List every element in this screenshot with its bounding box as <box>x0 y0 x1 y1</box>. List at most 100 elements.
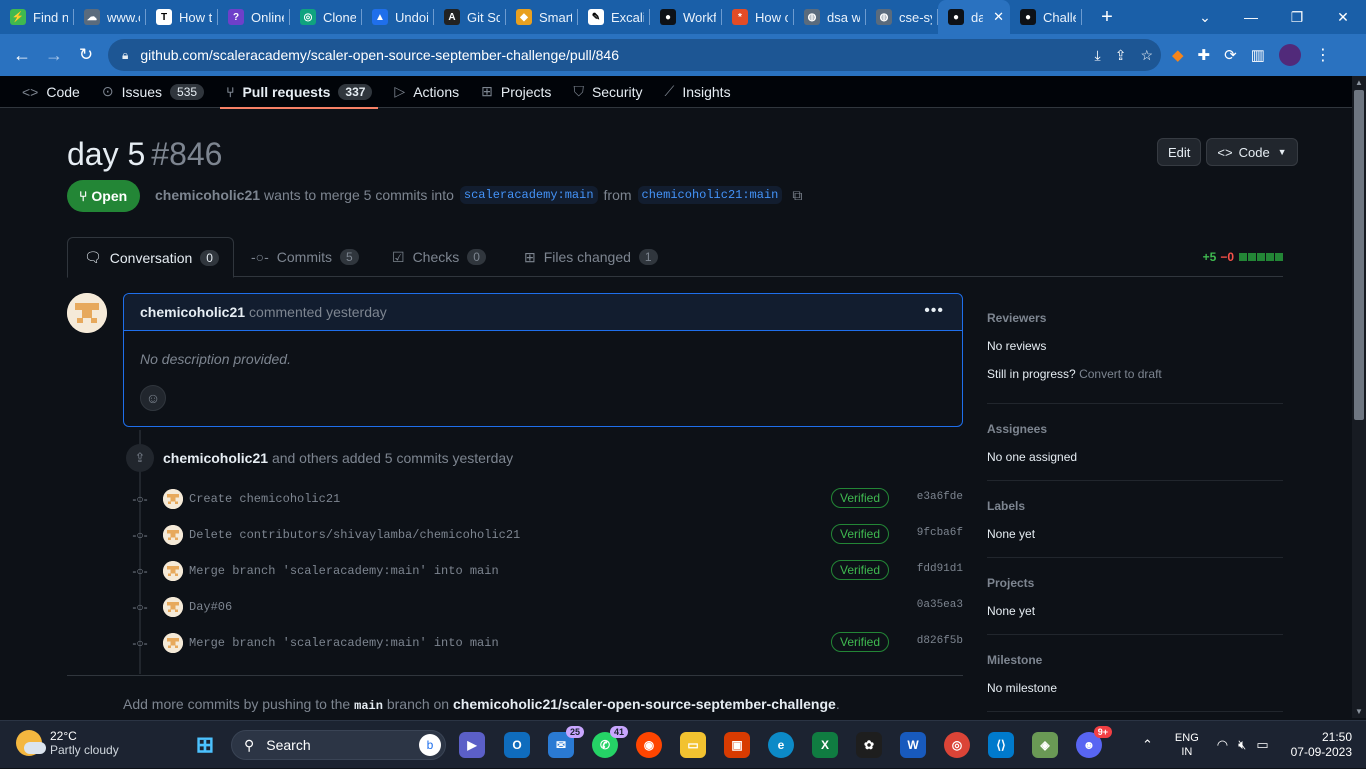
repo-tab-pull-requests[interactable]: ⑂ Pull requests 337 <box>220 76 379 109</box>
browser-tab[interactable]: T How t <box>146 0 218 34</box>
browser-tab[interactable]: A Git Sq <box>434 0 506 34</box>
figma-icon[interactable]: ✿ <box>856 732 882 758</box>
new-tab-button[interactable]: + <box>1092 6 1122 29</box>
browser-menu-icon[interactable]: ⋮ <box>1315 45 1331 65</box>
wifi-icon[interactable]: ◠ <box>1217 737 1228 753</box>
windows-start-icon[interactable]: ⊞ <box>192 732 218 758</box>
restore-button[interactable]: ❐ <box>1274 9 1320 26</box>
word-icon[interactable]: W <box>900 732 926 758</box>
chrome-icon[interactable]: ◎ <box>944 732 970 758</box>
base-branch[interactable]: scaleracademy:main <box>459 186 598 204</box>
scrollbar-thumb[interactable] <box>1354 90 1364 420</box>
tab-search-icon[interactable]: ⌄ <box>1182 9 1228 26</box>
browser-tab[interactable]: ◆ Smart <box>506 0 578 34</box>
page-scrollbar[interactable]: ▲ ▼ <box>1352 76 1366 718</box>
repo-tab-issues[interactable]: ⊙ Issues 535 <box>102 76 205 108</box>
minimize-button[interactable]: — <box>1228 9 1274 25</box>
commit-author-avatar[interactable] <box>163 597 183 617</box>
commit-sha-link[interactable]: 9fcba6f <box>917 527 963 539</box>
profile-avatar[interactable] <box>1278 44 1301 66</box>
kebab-menu-icon[interactable]: ••• <box>924 302 944 320</box>
game-icon[interactable]: ◈ <box>1032 732 1058 758</box>
whatsapp-icon[interactable]: ✆ 41 <box>592 726 628 758</box>
browser-tab[interactable]: ◍ dsa w <box>794 0 866 34</box>
metamask-extension-icon[interactable]: ◆ <box>1172 46 1184 64</box>
verified-badge[interactable]: Verified <box>831 632 890 652</box>
sidebar-heading[interactable]: Labels <box>987 499 1283 513</box>
sidebar-heading[interactable]: Assignees <box>987 422 1283 436</box>
commit-message-link[interactable]: Merge branch 'scaleracademy:main' into m… <box>189 564 499 578</box>
browser-tab[interactable]: ✎ Excali <box>578 0 650 34</box>
comment-timestamp[interactable]: commented yesterday <box>249 304 387 320</box>
scroll-up-arrow[interactable]: ▲ <box>1352 78 1366 87</box>
browser-tab[interactable]: * How c <box>722 0 794 34</box>
excel-icon[interactable]: X <box>812 732 838 758</box>
commit-author-avatar[interactable] <box>163 525 183 545</box>
bookmark-star-icon[interactable]: ☆ <box>1140 47 1153 64</box>
lock-icon[interactable]: 🔒︎ <box>122 48 128 63</box>
tab-conversation[interactable]: 🗨︎ Conversation 0 <box>67 237 234 278</box>
edge-icon[interactable]: e <box>768 732 794 758</box>
commit-message-link[interactable]: Merge branch 'scaleracademy:main' into m… <box>189 636 499 650</box>
back-button[interactable]: ← <box>6 45 38 66</box>
url-text[interactable]: github.com/scaleracademy/scaler-open-sou… <box>140 47 619 63</box>
verified-badge[interactable]: Verified <box>831 560 890 580</box>
office-icon[interactable]: ▣ <box>724 732 750 758</box>
battery-icon[interactable]: ▭ <box>1256 737 1268 753</box>
hint-repo-link[interactable]: chemicoholic21/scaler-open-source-septem… <box>453 696 836 712</box>
taskbar-search[interactable]: ⚲ Search b <box>231 730 446 760</box>
browser-tab[interactable]: ● Challe <box>1010 0 1082 34</box>
convert-to-draft-link[interactable]: Convert to draft <box>1079 367 1162 381</box>
verified-badge[interactable]: Verified <box>831 488 890 508</box>
browser-tab[interactable]: ☁ www.c <box>74 0 146 34</box>
edit-button[interactable]: Edit <box>1157 138 1202 166</box>
browser-tab[interactable]: ● da ✕ <box>938 0 1010 34</box>
repo-tab-insights[interactable]: ⟋ Insights <box>665 76 731 108</box>
browser-tab[interactable]: ● Workf <box>650 0 722 34</box>
browser-tab[interactable]: ▲ Undoi <box>362 0 434 34</box>
repo-tab-security[interactable]: ⛉ Security <box>573 76 642 108</box>
pr-author-link[interactable]: chemicoholic21 <box>155 187 260 203</box>
verified-badge[interactable]: Verified <box>831 524 890 544</box>
code-dropdown-button[interactable]: <> Code ▼ <box>1206 138 1298 166</box>
weather-widget[interactable]: 22°C Partly cloudy <box>16 729 119 757</box>
reload-button[interactable]: ↻ <box>70 45 102 65</box>
extensions-puzzle-icon[interactable]: ✚ <box>1198 46 1211 64</box>
commit-sha-link[interactable]: d826f5b <box>917 635 963 647</box>
repo-tab-actions[interactable]: ▷ Actions <box>394 76 459 108</box>
commit-message-link[interactable]: Day#06 <box>189 600 232 614</box>
outlook-icon[interactable]: O <box>504 732 530 758</box>
commit-author-avatar[interactable] <box>163 633 183 653</box>
browser-tab[interactable]: ◍ cse-sy <box>866 0 938 34</box>
reddit-icon[interactable]: ◉ <box>636 732 662 758</box>
address-bar[interactable]: 🔒︎ github.com/scaleracademy/scaler-open-… <box>108 39 1161 71</box>
volume-muted-icon[interactable]: 🔇︎ <box>1238 737 1246 753</box>
side-panel-icon[interactable]: ▥ <box>1251 46 1265 64</box>
teams-meet-icon[interactable]: ▶ <box>459 732 485 758</box>
commit-sha-link[interactable]: 0a35ea3 <box>917 599 963 611</box>
head-branch[interactable]: chemicoholic21:main <box>637 186 783 204</box>
copy-icon[interactable]: ⧉ <box>792 187 802 204</box>
tab-files-changed[interactable]: ⊞ Files changed 1 <box>524 237 658 277</box>
commit-message-link[interactable]: Create chemicoholic21 <box>189 492 340 506</box>
language-indicator[interactable]: ENG IN <box>1175 731 1199 759</box>
smiley-icon[interactable]: ☺ <box>140 385 166 411</box>
close-tab-icon[interactable]: ✕ <box>993 9 1004 25</box>
install-app-icon[interactable]: ⤓ <box>1095 47 1101 64</box>
tab-commits[interactable]: -○- Commits 5 <box>251 237 359 277</box>
discord-icon[interactable]: ☻ 9+ <box>1076 726 1112 758</box>
sidebar-heading[interactable]: Milestone <box>987 653 1283 667</box>
forward-button[interactable]: → <box>38 45 70 66</box>
commit-sha-link[interactable]: fdd91d1 <box>917 563 963 575</box>
repo-tab-code[interactable]: <> Code <box>22 76 80 108</box>
browser-tab[interactable]: ? Online <box>218 0 290 34</box>
vscode-icon[interactable]: ⟨⟩ <box>988 732 1014 758</box>
mail-icon[interactable]: ✉ 25 <box>548 726 584 758</box>
bing-icon[interactable]: b <box>419 734 441 756</box>
browser-tab[interactable]: ⚡ Find n <box>0 0 74 34</box>
tab-checks[interactable]: ☑ Checks 0 <box>392 237 486 277</box>
close-window-button[interactable]: ✕ <box>1320 9 1366 26</box>
browser-tab[interactable]: ◎ Clone <box>290 0 362 34</box>
commit-author-avatar[interactable] <box>163 489 183 509</box>
scroll-down-arrow[interactable]: ▼ <box>1352 707 1366 716</box>
